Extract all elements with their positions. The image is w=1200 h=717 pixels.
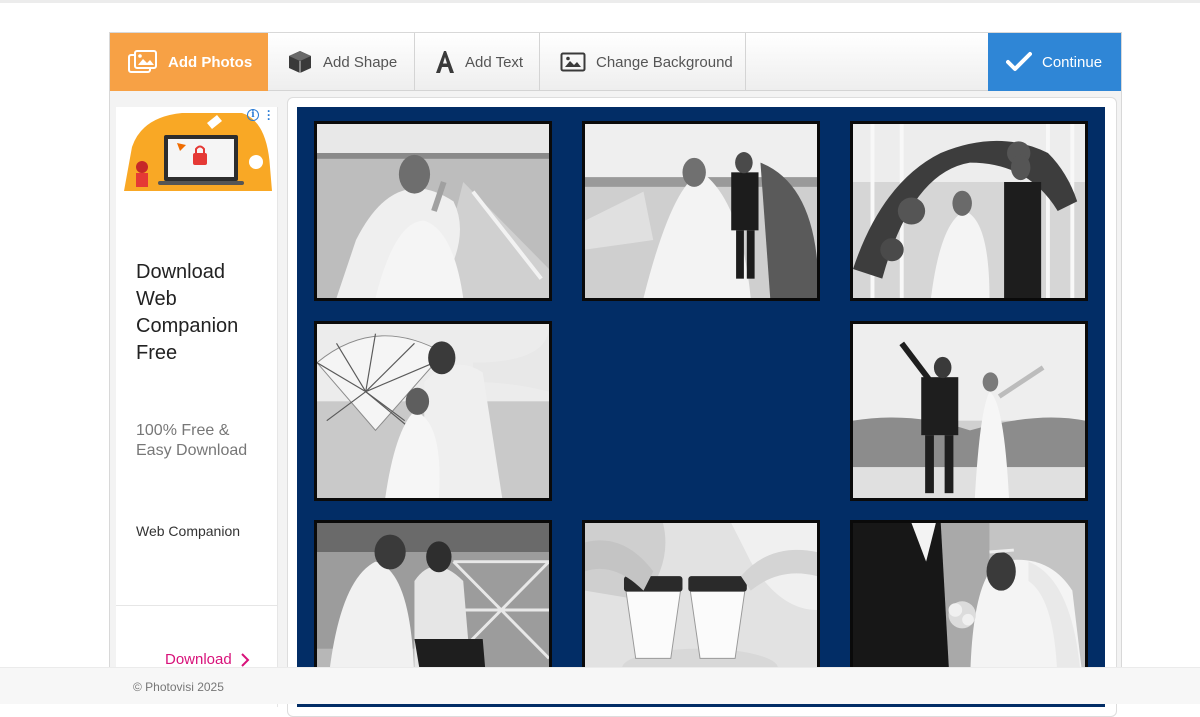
continue-button[interactable]: Continue xyxy=(988,33,1121,91)
add-photos-label: Add Photos xyxy=(168,53,253,71)
photo-bride-veil[interactable] xyxy=(314,121,552,301)
toolbar: Add Photos Add Shape Add Text Change Bac… xyxy=(110,33,1121,91)
photo-couple-umbrella[interactable] xyxy=(314,321,552,501)
chevron-right-icon xyxy=(240,652,250,667)
add-text-label: Add Text xyxy=(465,53,524,71)
change-background-button[interactable]: Change Background xyxy=(540,33,746,91)
ad-subtitle: 100% Free & Easy Download xyxy=(136,422,248,459)
add-text-button[interactable]: Add Text xyxy=(415,33,540,91)
copyright-text: © Photovisi 2025 xyxy=(133,680,224,694)
add-shape-button[interactable]: Add Shape xyxy=(268,33,415,91)
ad-banner[interactable]: i · · · Download Web Companion Free 100% F… xyxy=(116,105,278,707)
ad-divider xyxy=(116,605,277,606)
ad-download-label: Download xyxy=(165,651,232,668)
ad-title: Download Web Companion Free xyxy=(136,261,239,364)
change-background-label: Change Background xyxy=(596,53,733,71)
photo-couple-flower-arch[interactable] xyxy=(850,121,1088,301)
footer: © Photovisi 2025 xyxy=(0,667,1200,704)
info-icon[interactable]: i xyxy=(247,109,259,121)
photo-couple-pier[interactable] xyxy=(582,121,820,301)
text-icon xyxy=(435,50,455,74)
cube-icon xyxy=(287,49,313,75)
add-photos-button[interactable]: Add Photos xyxy=(110,33,268,91)
continue-label: Continue xyxy=(1042,53,1103,71)
collage-canvas[interactable] xyxy=(297,107,1105,707)
editor-app: Add Photos Add Shape Add Text Change Bac… xyxy=(109,32,1122,717)
ad-download-link[interactable]: Download xyxy=(165,651,250,668)
photo-couple-celebrating[interactable] xyxy=(850,321,1088,501)
top-border xyxy=(0,0,1200,3)
photos-icon xyxy=(128,50,158,74)
add-shape-label: Add Shape xyxy=(323,53,398,71)
image-icon xyxy=(560,51,586,73)
checkmark-icon xyxy=(1006,51,1032,73)
more-vertical-icon[interactable]: · · · xyxy=(267,105,271,125)
ad-brand: Web Companion xyxy=(136,523,241,539)
